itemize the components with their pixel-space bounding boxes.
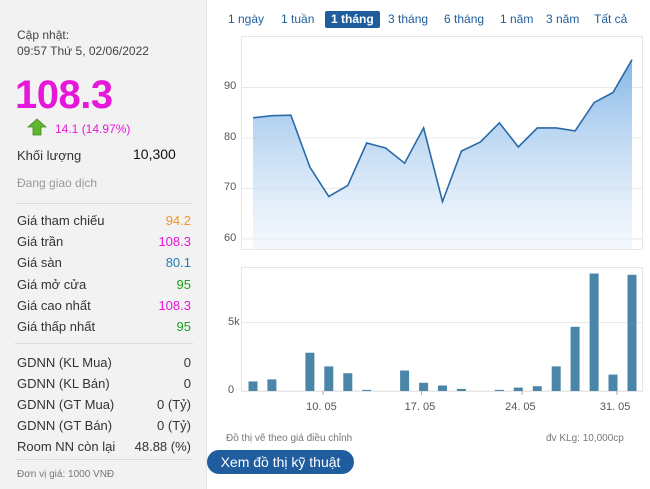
price-area <box>253 59 632 250</box>
volume-bar <box>362 389 372 391</box>
volume-y-tick: 5k <box>228 315 240 328</box>
volume-bar <box>324 366 334 391</box>
volume-bar <box>494 389 504 391</box>
x-tick-label: 17. 05 <box>404 401 436 413</box>
volume-bar <box>267 379 277 391</box>
price-volume-chart <box>242 59 642 395</box>
volume-y-tick: 0 <box>228 384 235 396</box>
volume-bar <box>608 374 618 391</box>
price-y-tick: 90 <box>224 80 237 93</box>
volume-bar <box>438 385 447 391</box>
volume-bar <box>513 387 523 391</box>
volume-bar <box>532 386 542 391</box>
volume-bar <box>551 366 561 391</box>
volume-bar <box>589 273 599 391</box>
volume-bar <box>248 381 258 391</box>
price-y-tick: 70 <box>224 181 237 194</box>
price-y-tick: 60 <box>224 231 237 244</box>
volume-bar <box>419 382 429 391</box>
volume-bar <box>627 274 637 391</box>
volume-bar <box>456 388 466 391</box>
volume-bar <box>400 370 410 391</box>
x-tick-label: 24. 05 <box>505 401 536 413</box>
volume-bar <box>305 352 315 391</box>
chart-footnote-adjusted: Đồ thị vẽ theo giá điều chỉnh <box>226 433 353 444</box>
price-y-tick: 80 <box>224 130 237 143</box>
technical-chart-button[interactable]: Xem đồ thị kỹ thuật <box>207 450 354 474</box>
x-tick-label: 10. 05 <box>306 401 337 413</box>
chart-footnote-volume-unit: đv KLg: 10,000cp <box>546 433 624 444</box>
volume-bar <box>570 326 580 391</box>
x-tick-label: 31. 05 <box>599 401 631 413</box>
volume-bar <box>343 373 353 391</box>
